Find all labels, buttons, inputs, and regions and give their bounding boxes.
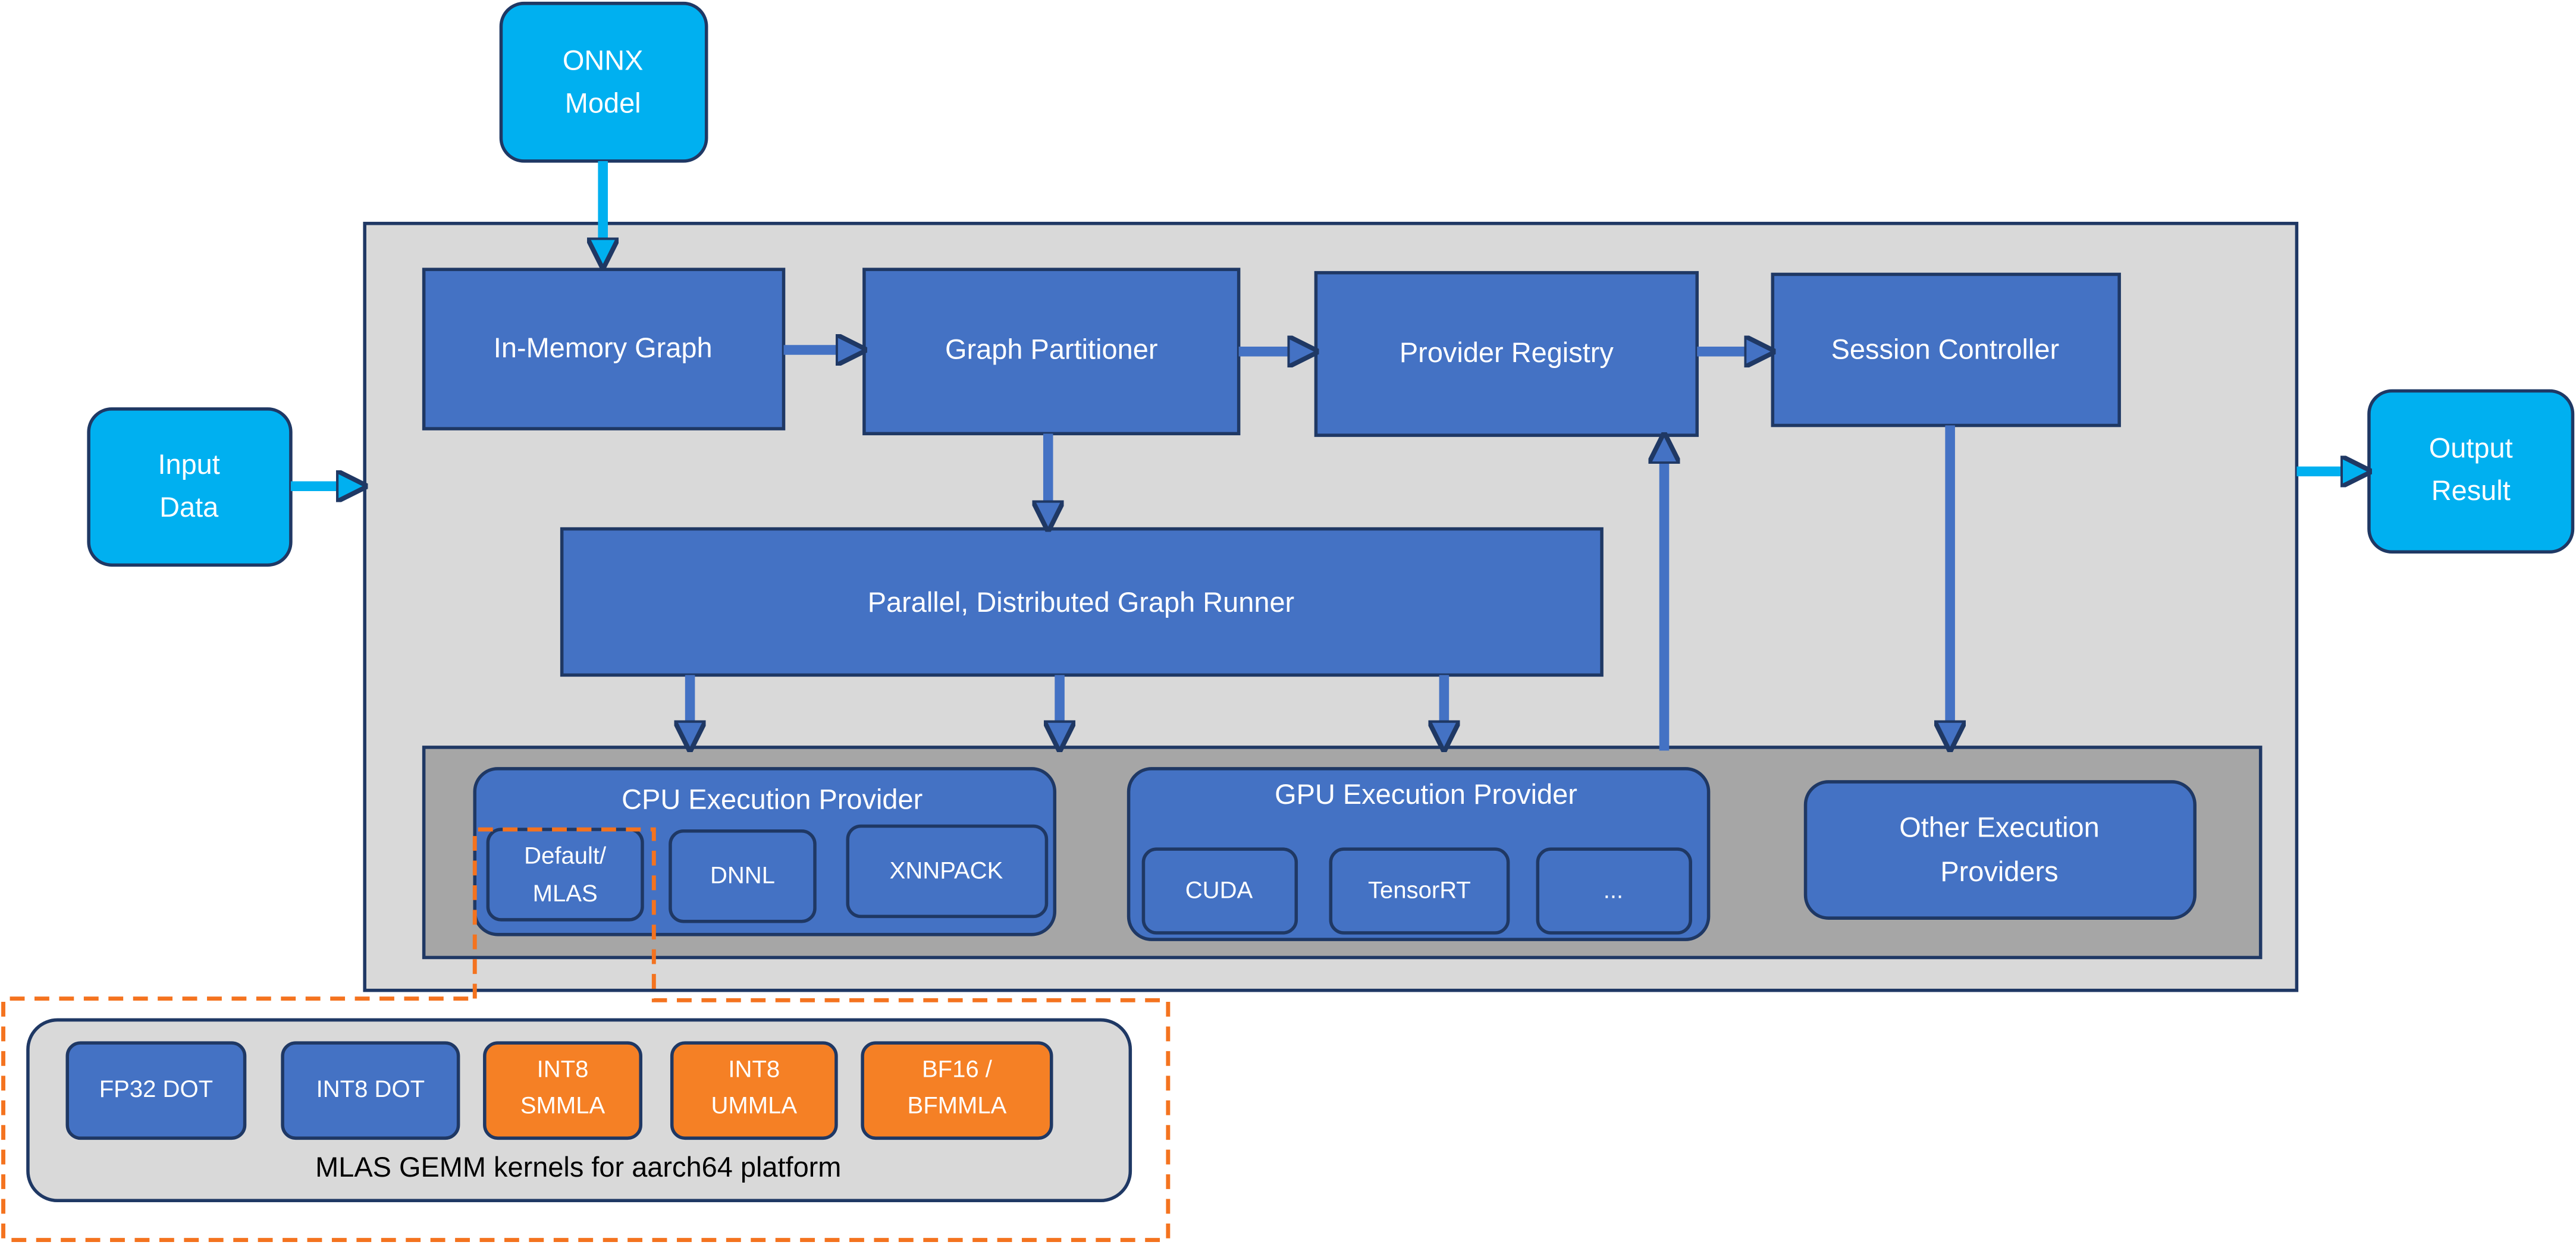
onnx-runtime-architecture-diagram: ONNX Model Input Data Output Result In-M… (1, 1, 2575, 1243)
provider-registry-label: Provider Registry (1400, 337, 1614, 368)
graph-partitioner-block: Graph Partitioner (862, 268, 1241, 436)
cpu-ep-dnnl-label: DNNL (710, 863, 775, 889)
cpu-execution-provider: CPU Execution Provider Default/ MLAS DNN… (473, 767, 1057, 936)
other-ep-label-1: Other Execution (1899, 811, 2100, 842)
mlas-kernel-label: FP32 DOT (99, 1076, 213, 1102)
other-execution-providers: Other Execution Providers (1803, 780, 2197, 920)
mlas-kernel-label: INT8 (728, 1057, 780, 1083)
onnx-model-node: ONNX Model (499, 1, 708, 163)
output-result-node: Output Result (2367, 389, 2575, 554)
cpu-ep-default-label-2: MLAS (533, 881, 598, 907)
cpu-ep-title: CPU Execution Provider (622, 783, 923, 815)
session-controller-label: Session Controller (1831, 334, 2060, 365)
gpu-ep-cuda-label: CUDA (1185, 878, 1253, 904)
onnx-model-label-1: ONNX (563, 45, 644, 76)
graph-runner-label: Parallel, Distributed Graph Runner (868, 586, 1294, 618)
input-data-node: Input Data (87, 407, 293, 567)
in-memory-graph-label: In-Memory Graph (494, 332, 713, 363)
mlas-kernel-label: INT8 DOT (316, 1076, 425, 1102)
mlas-kernel-label: BFMMLA (907, 1092, 1006, 1118)
onnx-model-label-2: Model (565, 87, 641, 118)
mlas-caption: MLAS GEMM kernels for aarch64 platform (315, 1151, 841, 1183)
gpu-ep-more-label: ... (1604, 878, 1623, 904)
session-controller-block: Session Controller (1771, 272, 2121, 427)
other-ep-label-2: Providers (1940, 856, 2058, 887)
gpu-ep-tensorrt-label: TensorRT (1368, 878, 1471, 904)
mlas-kernel-label: UMMLA (711, 1092, 797, 1118)
mlas-kernel-label: SMMLA (520, 1092, 605, 1118)
input-data-label-1: Input (158, 448, 219, 480)
provider-registry-block: Provider Registry (1314, 271, 1699, 437)
mlas-kernel-label: INT8 (537, 1057, 589, 1083)
output-result-label-2: Result (2431, 474, 2511, 506)
graph-runner-block: Parallel, Distributed Graph Runner (560, 527, 1604, 677)
mlas-kernel-label: BF16 / (922, 1057, 993, 1083)
cpu-ep-default-label-1: Default/ (524, 843, 607, 869)
cpu-ep-xnnpack-label: XNNPACK (890, 857, 1003, 884)
gpu-ep-title: GPU Execution Provider (1275, 778, 1577, 810)
mlas-kernels-panel: FP32 DOT INT8 DOT INT8 SMMLA INT8 UMMLA BF16 /… (26, 1018, 1132, 1203)
output-result-label-1: Output (2429, 432, 2513, 463)
input-data-label-2: Data (159, 491, 219, 523)
in-memory-graph-block: In-Memory Graph (422, 268, 786, 430)
graph-partitioner-label: Graph Partitioner (945, 334, 1157, 365)
gpu-execution-provider: GPU Execution Provider CUDA TensorRT ... (1127, 767, 1711, 941)
